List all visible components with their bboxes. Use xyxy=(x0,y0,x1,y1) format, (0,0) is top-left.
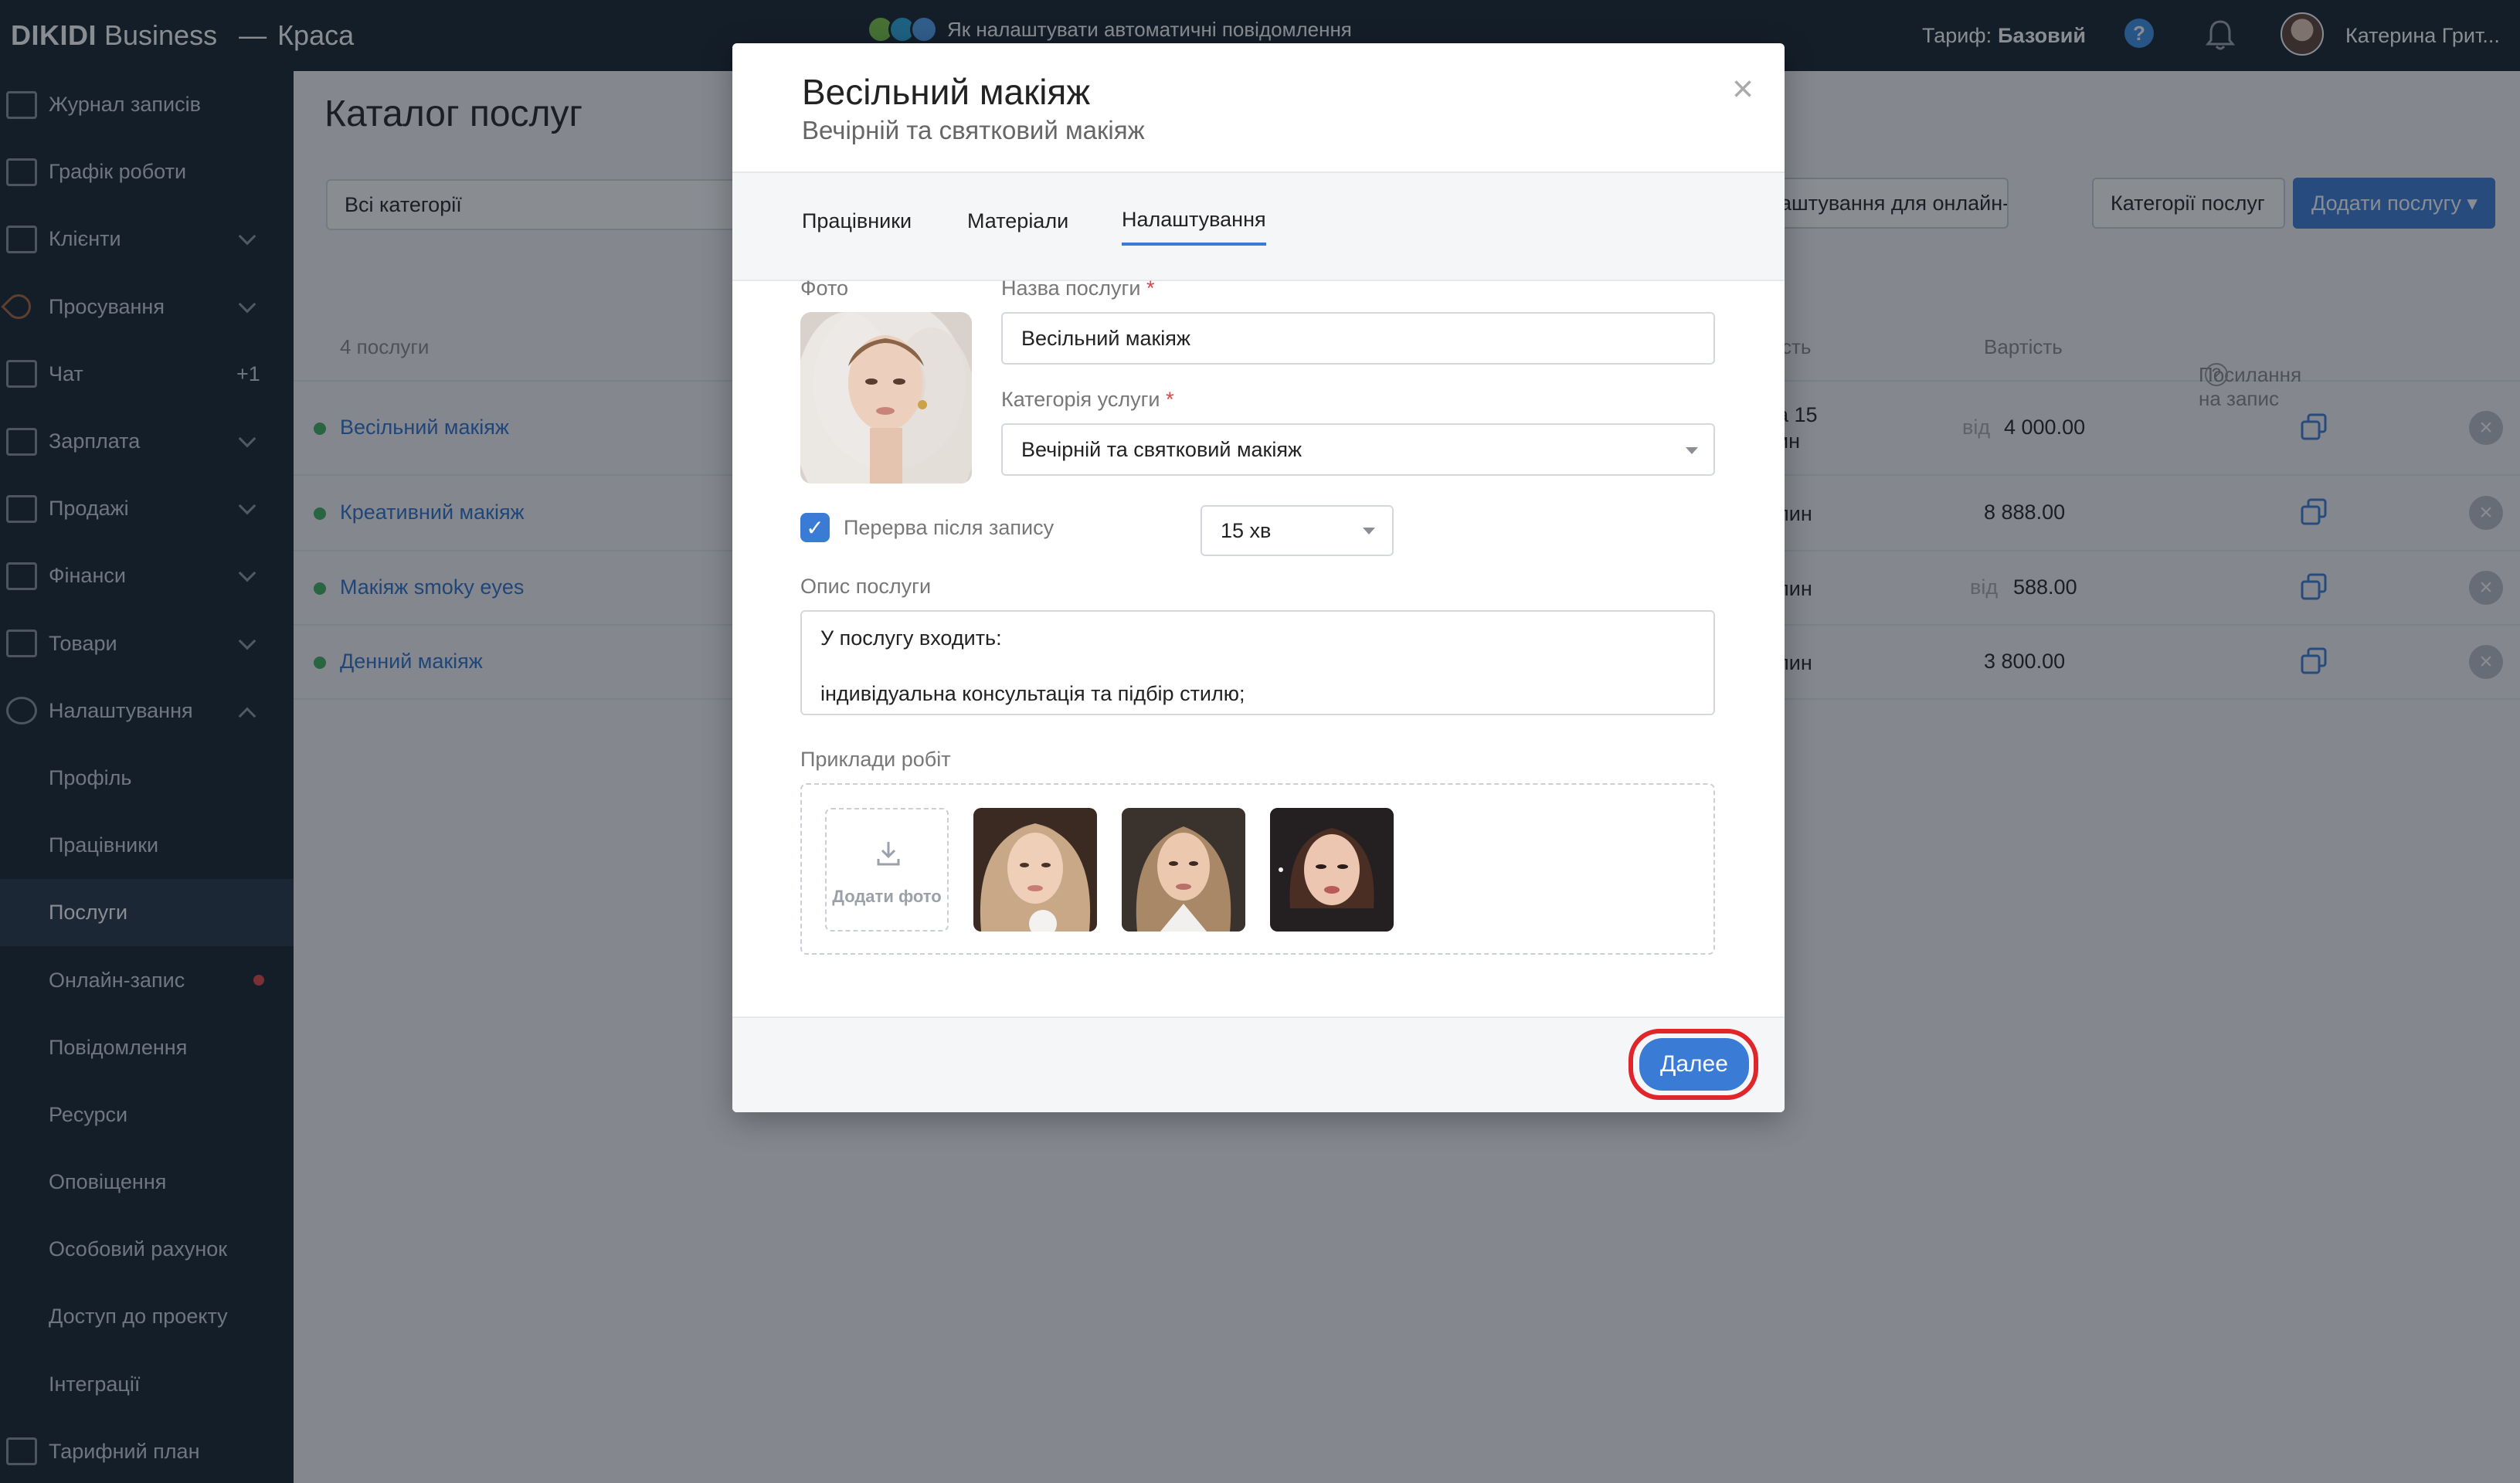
example-photo-image xyxy=(1122,808,1245,932)
photo-label: Фото xyxy=(800,277,849,300)
example-photo[interactable] xyxy=(1270,808,1394,932)
description-line: У послугу входить: xyxy=(820,626,1002,650)
example-photo-image xyxy=(980,823,1091,932)
tab-materials[interactable]: Матеріали xyxy=(967,196,1068,246)
chevron-down-icon xyxy=(1686,447,1698,454)
app-root: DIKIDI Business — Краса Як налаштувати а… xyxy=(0,0,2520,1483)
required-mark: * xyxy=(1166,388,1174,411)
example-photo[interactable] xyxy=(1122,808,1245,932)
examples-gallery: Додати фото xyxy=(800,783,1715,955)
service-name-input[interactable]: Весільний макіяж xyxy=(1001,312,1715,365)
break-label: Перерва після запису xyxy=(844,516,1055,539)
add-photo-button[interactable]: Додати фото xyxy=(825,808,949,932)
description-line: індивідуальна консультація та підбір сти… xyxy=(820,682,1245,705)
example-photo-image xyxy=(1270,808,1394,932)
modal-footer: Далее xyxy=(732,1016,1785,1112)
bride-portrait-image xyxy=(800,312,972,484)
category-select[interactable]: Вечірній та святковий макіяж xyxy=(1001,423,1715,476)
category-select-value: Вечірній та святковий макіяж xyxy=(1021,437,1302,461)
description-label: Опис послуги xyxy=(800,575,932,598)
modal-tabs: Працівники Матеріали Налаштування xyxy=(732,171,1785,281)
category-label: Категорія услуги * xyxy=(1001,388,1174,412)
service-modal: Весільний макіяж Вечірній та святковий м… xyxy=(732,43,1785,1112)
modal-subtitle: Вечірній та святковий макіяж xyxy=(802,116,1145,144)
download-icon xyxy=(877,842,900,866)
example-photo[interactable] xyxy=(973,808,1097,932)
name-label-text: Назва послуги xyxy=(1001,277,1141,300)
next-button[interactable]: Далее xyxy=(1639,1038,1749,1091)
description-textarea[interactable]: У послугу входить: індивідуальна консуль… xyxy=(800,610,1715,715)
add-photo-label: Додати фото xyxy=(832,887,942,906)
chevron-down-icon xyxy=(1363,528,1375,534)
tab-settings[interactable]: Налаштування xyxy=(1122,196,1266,246)
close-icon[interactable]: × xyxy=(1727,71,1758,108)
service-photo[interactable] xyxy=(800,312,972,484)
name-label: Назва послуги * xyxy=(1001,277,1155,300)
break-duration-value: 15 хв xyxy=(1221,518,1272,542)
modal-title: Весільний макіяж xyxy=(802,72,1091,112)
break-duration-select[interactable]: 15 хв xyxy=(1201,505,1394,556)
description-blank-line xyxy=(820,652,1695,680)
break-checkbox[interactable]: ✓ xyxy=(800,513,830,542)
examples-label: Приклади робіт xyxy=(800,748,951,771)
required-mark: * xyxy=(1146,277,1155,300)
category-label-text: Категорія услуги xyxy=(1001,388,1160,411)
tab-staff[interactable]: Працівники xyxy=(802,196,912,246)
